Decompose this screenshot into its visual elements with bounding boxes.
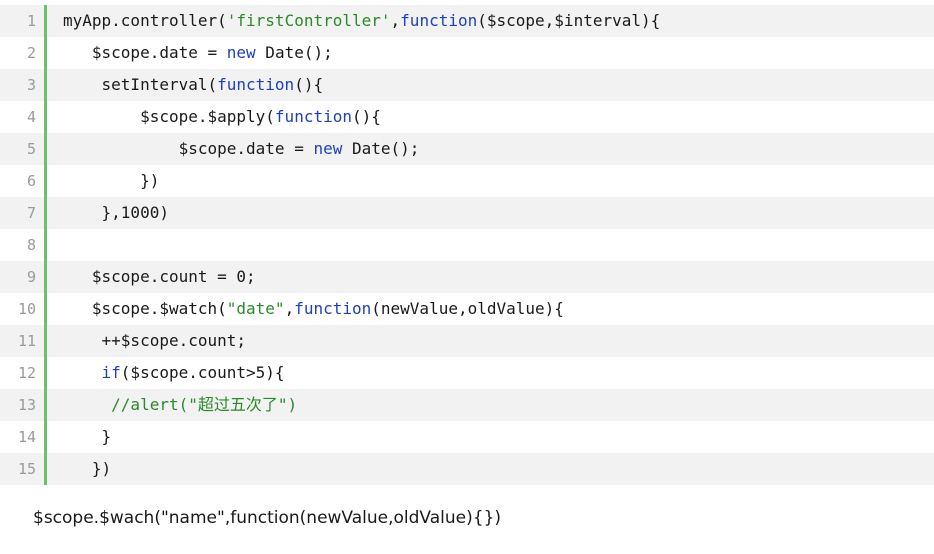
- code-token: $scope.count = 0;: [63, 267, 256, 286]
- code-token: new: [226, 43, 256, 62]
- line-number: 13: [17, 396, 36, 414]
- line-number: 3: [26, 76, 36, 94]
- code-text: }: [47, 421, 934, 453]
- code-token: //alert("超过五次了"): [63, 395, 298, 414]
- line-number: 6: [26, 172, 36, 190]
- code-token: ,: [390, 11, 401, 30]
- code-token: ($scope,$interval){: [477, 11, 661, 30]
- line-number: 8: [26, 236, 36, 254]
- code-text: }): [47, 165, 934, 197]
- code-text: $scope.date = new Date();: [47, 37, 934, 69]
- line-number: 14: [17, 428, 36, 446]
- code-token: $scope.$apply(: [63, 107, 275, 126]
- code-token: $scope.date =: [63, 43, 227, 62]
- line-number: 10: [17, 300, 36, 318]
- code-token: function: [400, 11, 478, 30]
- code-token: new: [313, 139, 343, 158]
- code-line: 2 $scope.date = new Date();: [0, 37, 934, 69]
- code-text: $scope.count = 0;: [47, 261, 934, 293]
- code-line: 5 $scope.date = new Date();: [0, 133, 934, 165]
- code-line: 6 }): [0, 165, 934, 197]
- line-number: 2: [26, 44, 36, 62]
- code-token: }): [63, 171, 160, 190]
- code-token: setInterval(: [63, 75, 218, 94]
- code-text: myApp.controller('firstController',funct…: [47, 5, 934, 37]
- line-number: 1: [26, 12, 36, 30]
- line-number: 15: [17, 460, 36, 478]
- code-line: 12 if($scope.count>5){: [0, 357, 934, 389]
- code-text: }): [47, 453, 934, 485]
- code-text: $scope.$watch("date",function(newValue,o…: [47, 293, 934, 325]
- caption-text: $scope.$wach("name",function(newValue,ol…: [33, 508, 502, 528]
- code-line: 8: [0, 229, 934, 261]
- line-number: 7: [26, 204, 36, 222]
- code-token: (){: [351, 107, 381, 126]
- code-token: ($scope.count>5){: [120, 363, 285, 382]
- code-text: $scope.$apply(function(){: [47, 101, 934, 133]
- line-number: 12: [17, 364, 36, 382]
- code-token: function: [274, 107, 352, 126]
- code-line: 7 },1000): [0, 197, 934, 229]
- code-token: (newValue,oldValue){: [371, 299, 564, 318]
- code-token: myApp.controller(: [63, 11, 227, 30]
- code-line: 1 myApp.controller('firstController',func…: [0, 5, 934, 37]
- code-token: $scope.$watch(: [63, 299, 227, 318]
- code-text: setInterval(function(){: [47, 69, 934, 101]
- line-number: 9: [26, 268, 36, 286]
- code-line: 14 }: [0, 421, 934, 453]
- code-text: if($scope.count>5){: [47, 357, 934, 389]
- code-token: 'firstController': [226, 11, 391, 30]
- code-token: "date": [226, 299, 285, 318]
- code-token: ++$scope.count;: [63, 331, 247, 350]
- code-token: (){: [294, 75, 324, 94]
- line-number: 5: [26, 140, 36, 158]
- code-text: },1000): [47, 197, 934, 229]
- code-line: 9 $scope.count = 0;: [0, 261, 934, 293]
- code-token: Date();: [342, 139, 420, 158]
- code-text: ++$scope.count;: [47, 325, 934, 357]
- code-token: }: [63, 427, 112, 446]
- code-line: 11 ++$scope.count;: [0, 325, 934, 357]
- code-token: Date();: [255, 43, 333, 62]
- code-token: ,: [284, 299, 295, 318]
- code-token: function: [294, 299, 372, 318]
- code-token: $scope.date =: [63, 139, 314, 158]
- code-token: },1000): [63, 203, 169, 222]
- code-text: //alert("超过五次了"): [47, 389, 934, 421]
- code-line: 4 $scope.$apply(function(){: [0, 101, 934, 133]
- code-token: function: [217, 75, 295, 94]
- code-line: 13 //alert("超过五次了"): [0, 389, 934, 421]
- code-token: if: [101, 363, 121, 382]
- code-token: }): [63, 459, 112, 478]
- line-number: 4: [26, 108, 36, 126]
- code-text: $scope.date = new Date();: [47, 133, 934, 165]
- line-number: 11: [17, 332, 36, 350]
- code-line: 15 }): [0, 453, 934, 485]
- code-line: 3 setInterval(function(){: [0, 69, 934, 101]
- code-block: 1 myApp.controller('firstController',func…: [0, 5, 934, 485]
- code-line: 10 $scope.$watch("date",function(newValu…: [0, 293, 934, 325]
